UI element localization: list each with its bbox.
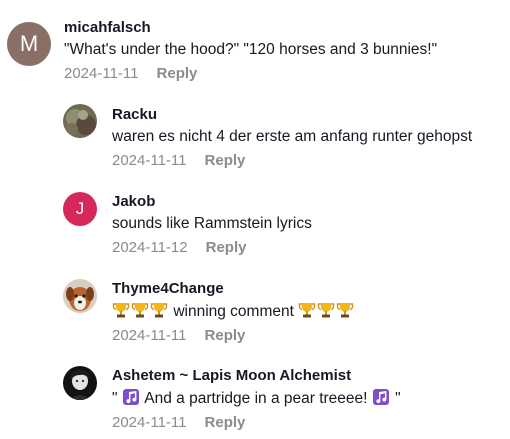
reply-date: 2024-11-11 <box>112 414 187 431</box>
reply-comment <box>63 104 97 138</box>
reply-button[interactable]: Reply <box>206 239 247 257</box>
avatar-letter: M <box>19 31 39 56</box>
reply-comment <box>63 366 97 400</box>
reply-button[interactable]: Reply <box>205 327 246 345</box>
trophy-icon <box>336 301 354 319</box>
photo-avatar-icon[interactable] <box>63 104 97 138</box>
reply-username[interactable]: Ashetem ~ Lapis Moon Alchemist <box>112 367 401 385</box>
comment-text: "What's under the hood?" "120 horses and… <box>64 41 438 58</box>
trophy-icon <box>131 301 149 319</box>
reply-comment <box>63 279 97 313</box>
trophy-icon <box>112 301 130 319</box>
reply-body: Racku waren es nicht 4 der erste am anfa… <box>112 106 472 170</box>
reply-text: winning comment <box>173 303 294 320</box>
reply-username[interactable]: Jakob <box>112 193 312 211</box>
reply-meta: 2024-11-11 Reply <box>112 327 355 345</box>
reply-date: 2024-11-11 <box>112 152 187 169</box>
reply-username[interactable]: Racku <box>112 106 472 124</box>
reply-button[interactable]: Reply <box>157 65 198 83</box>
trophy-icon <box>317 301 335 319</box>
music-notes-icon <box>372 388 390 406</box>
trophy-icon <box>150 301 168 319</box>
comment-username[interactable]: micahfalsch <box>64 19 437 37</box>
reply-date: 2024-11-11 <box>112 327 187 344</box>
reply-text-line: winning comment <box>112 301 355 322</box>
dark-photo-avatar-icon[interactable] <box>63 366 97 400</box>
avatar[interactable]: J <box>63 192 97 226</box>
reply-text: sounds like Rammstein lyrics <box>112 215 312 232</box>
reply-text-before: " <box>112 390 118 407</box>
avatar[interactable]: M <box>7 22 51 66</box>
reply-text-after: " <box>395 390 401 407</box>
avatar-letter: J <box>75 199 85 218</box>
comment-date: 2024-11-11 <box>64 65 139 82</box>
reply-meta: 2024-11-11 Reply <box>112 152 472 170</box>
reply-date: 2024-11-12 <box>112 239 188 256</box>
reply-text-line: " And a partridge in a pear treeee! " <box>112 388 401 409</box>
reply-text: waren es nicht 4 der erste am anfang run… <box>112 128 473 145</box>
reply-comment: J <box>63 192 97 226</box>
reply-username[interactable]: Thyme4Change <box>112 280 355 298</box>
reply-body: Thyme4Change winning comment 2024-11-11 … <box>112 280 355 345</box>
dog-photo-avatar-icon[interactable] <box>63 279 97 313</box>
music-notes-icon <box>122 388 140 406</box>
reply-meta: 2024-11-11 Reply <box>112 414 401 432</box>
reply-body: Jakob sounds like Rammstein lyrics 2024-… <box>112 193 312 257</box>
reply-button[interactable]: Reply <box>205 414 246 432</box>
comment-meta: 2024-11-11 Reply <box>64 65 437 83</box>
comment: M <box>7 22 51 66</box>
reply-button[interactable]: Reply <box>205 152 246 170</box>
reply-body: Ashetem ~ Lapis Moon Alchemist " And a p… <box>112 367 401 432</box>
reply-text-middle: And a partridge in a pear treeee! <box>140 390 372 407</box>
comment-body: micahfalsch "What's under the hood?" "12… <box>64 19 437 83</box>
reply-meta: 2024-11-12 Reply <box>112 239 312 257</box>
trophy-icon <box>298 301 316 319</box>
